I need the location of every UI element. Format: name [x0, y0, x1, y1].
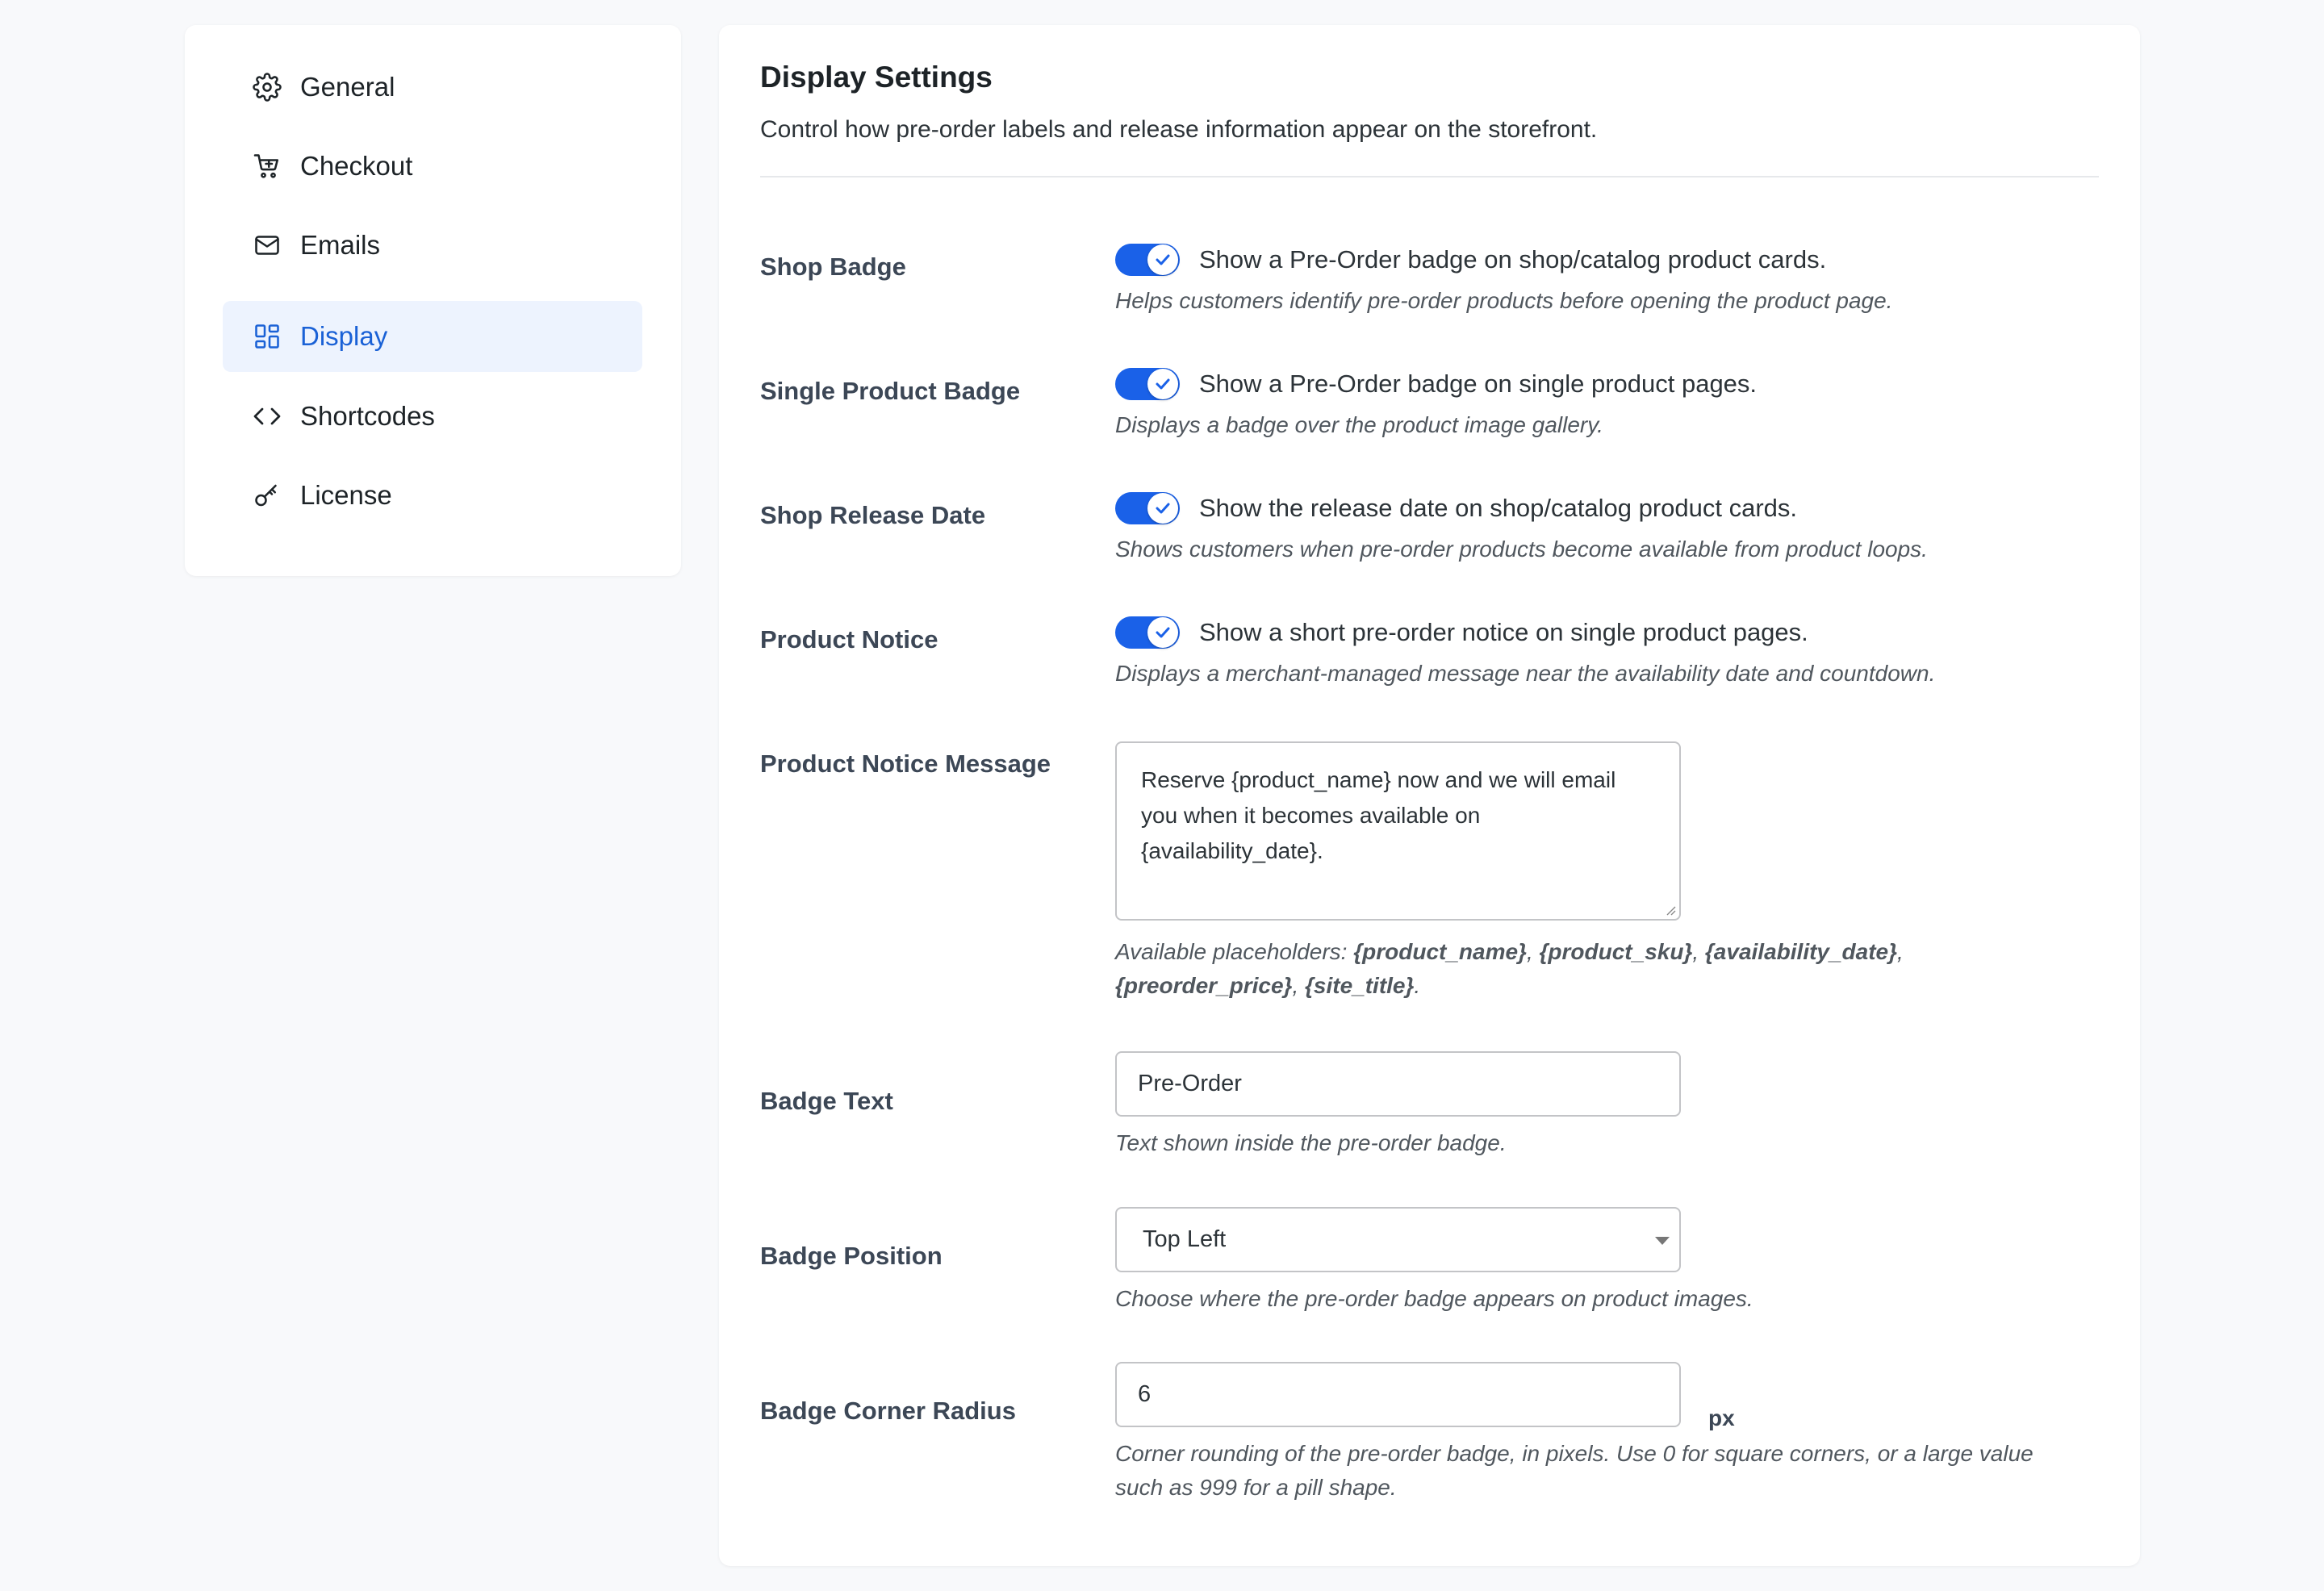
shop-badge-field: Show a Pre-Order badge on shop/catalog p…	[1115, 244, 1892, 318]
badge-position-help: Choose where the pre-order badge appears…	[1115, 1286, 1753, 1311]
mail-icon	[252, 230, 282, 261]
sidebar-item-general[interactable]: General	[223, 52, 642, 123]
sidebar-item-label: Shortcodes	[300, 401, 435, 431]
placeholder-separator: ,	[1692, 939, 1705, 964]
product-notice-message-value: Reserve {product_name} now and we will e…	[1141, 767, 1616, 863]
settings-sidebar: General Checkout Emails Display Shortcod…	[185, 25, 681, 576]
badge-position-field: Top Left Choose where the pre-order badg…	[1115, 1207, 1753, 1316]
single-product-badge-field: Show a Pre-Order badge on single product…	[1115, 368, 1757, 442]
shop-badge-help: Helps customers identify pre-order produ…	[1115, 288, 1893, 313]
section-divider	[760, 176, 2099, 177]
placeholder-site-title: {site_title}	[1305, 973, 1415, 998]
sidebar-item-label: Display	[300, 321, 388, 351]
code-icon	[252, 401, 282, 432]
sidebar-item-shortcodes[interactable]: Shortcodes	[223, 381, 642, 452]
product-notice-message-label: Product Notice Message	[760, 750, 1051, 778]
resize-handle-icon[interactable]	[1663, 903, 1676, 916]
single-product-badge-toggle-label: Show a Pre-Order badge on single product…	[1199, 370, 1758, 398]
product-notice-field: Show a short pre-order notice on single …	[1115, 616, 1935, 691]
page-description: Control how pre-order labels and release…	[760, 116, 1598, 143]
placeholder-product-sku: {product_sku}	[1539, 939, 1693, 964]
check-icon	[1156, 254, 1170, 265]
shop-release-date-help: Shows customers when pre-order products …	[1115, 537, 1928, 562]
shop-badge-toggle[interactable]	[1115, 244, 1180, 276]
placeholder-product-name: {product_name}	[1353, 939, 1527, 964]
badge-position-label: Badge Position	[760, 1242, 943, 1270]
placeholder-separator: ,	[1292, 973, 1305, 998]
badge-text-value: Pre-Order	[1138, 1071, 1242, 1096]
placeholders-help: Available placeholders: {product_name}, …	[1115, 935, 1922, 1003]
badge-text-input[interactable]: Pre-Order	[1115, 1051, 1681, 1117]
badge-position-value: Top Left	[1143, 1226, 1227, 1252]
check-icon	[1156, 627, 1170, 638]
product-notice-label: Product Notice	[760, 625, 938, 654]
sidebar-item-display[interactable]: Display	[223, 301, 642, 372]
badge-position-select[interactable]: Top Left	[1115, 1207, 1681, 1272]
product-notice-help: Displays a merchant-managed message near…	[1115, 661, 1936, 686]
product-notice-message-textarea[interactable]: Reserve {product_name} now and we will e…	[1115, 741, 1681, 921]
display-settings-panel: Display Settings Control how pre-order l…	[719, 25, 2140, 1566]
sidebar-item-checkout[interactable]: Checkout	[223, 131, 642, 202]
page-title: Display Settings	[760, 61, 993, 94]
placeholder-end: .	[1414, 973, 1421, 998]
sidebar-item-emails[interactable]: Emails	[223, 210, 642, 281]
shop-release-date-field: Show the release date on shop/catalog pr…	[1115, 492, 1928, 566]
chevron-down-icon	[1655, 1237, 1670, 1245]
badge-text-field: Pre-Order Text shown inside the pre-orde…	[1115, 1051, 1681, 1160]
placeholder-preorder-price: {preorder_price}	[1115, 973, 1293, 998]
layout-grid-icon	[252, 321, 282, 352]
gear-icon	[252, 72, 282, 102]
placeholder-separator: ,	[1897, 939, 1904, 964]
badge-corner-radius-field: 6 Corner rounding of the pre-order badge…	[1115, 1362, 2084, 1505]
sidebar-item-label: License	[300, 480, 392, 510]
shop-release-date-toggle[interactable]	[1115, 492, 1180, 524]
placeholders-help-prefix: Available placeholders:	[1115, 939, 1354, 964]
single-product-badge-help: Displays a badge over the product image …	[1115, 412, 1603, 437]
product-notice-toggle-label: Show a short pre-order notice on single …	[1199, 618, 1808, 646]
badge-text-label: Badge Text	[760, 1087, 893, 1115]
check-icon	[1156, 503, 1170, 514]
badge-corner-radius-help: Corner rounding of the pre-order badge, …	[1115, 1441, 2034, 1500]
cart-icon	[252, 151, 282, 182]
key-icon	[252, 480, 282, 511]
single-product-badge-toggle[interactable]	[1115, 368, 1180, 400]
shop-badge-label: Shop Badge	[760, 253, 906, 281]
shop-badge-toggle-label: Show a Pre-Order badge on shop/catalog p…	[1199, 245, 1827, 274]
sidebar-item-license[interactable]: License	[223, 460, 642, 531]
px-unit-label: px	[1708, 1405, 1735, 1430]
shop-release-date-toggle-label: Show the release date on shop/catalog pr…	[1199, 494, 1798, 522]
sidebar-item-label: General	[300, 72, 395, 102]
shop-release-date-label: Shop Release Date	[760, 501, 986, 529]
check-icon	[1156, 378, 1170, 390]
badge-corner-radius-label: Badge Corner Radius	[760, 1397, 1016, 1425]
product-notice-toggle[interactable]	[1115, 616, 1180, 649]
single-product-badge-label: Single Product Badge	[760, 377, 1021, 405]
placeholder-separator: ,	[1526, 939, 1540, 964]
badge-corner-radius-input[interactable]: 6	[1115, 1362, 1681, 1427]
sidebar-item-label: Checkout	[300, 151, 413, 181]
product-notice-message-field: Reserve {product_name} now and we will e…	[1115, 741, 1922, 1003]
sidebar-item-label: Emails	[300, 230, 381, 260]
badge-corner-radius-value: 6	[1138, 1381, 1152, 1407]
placeholder-availability-date: {availability_date}	[1704, 939, 1898, 964]
badge-text-help: Text shown inside the pre-order badge.	[1115, 1130, 1507, 1155]
